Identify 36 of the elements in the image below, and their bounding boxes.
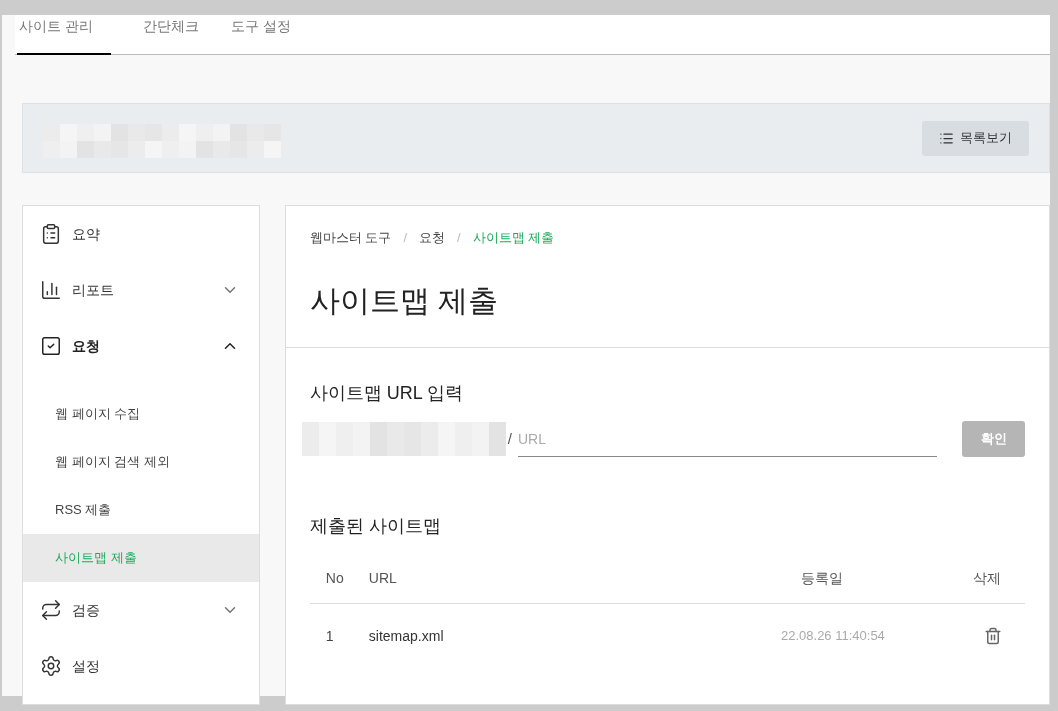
sidebar-subitem[interactable]: 웹 페이지 수집: [23, 390, 259, 438]
sidebar-item[interactable]: 설정: [23, 638, 259, 694]
column-header: 삭제: [972, 569, 1002, 588]
list-icon: [939, 130, 954, 146]
sidebar-item[interactable]: 검증: [23, 582, 259, 638]
sidebar-item[interactable]: 리포트: [23, 262, 259, 318]
bar-chart-icon: [40, 279, 62, 301]
url-field[interactable]: URL: [518, 421, 937, 457]
list-button[interactable]: 목록보기: [922, 120, 1029, 156]
column-header: No: [324, 569, 345, 588]
repeat-icon: [40, 599, 62, 621]
breadcrumb-separator: /: [457, 229, 461, 247]
page-title: 사이트맵 제출: [309, 282, 500, 319]
sidebar-subitem[interactable]: RSS 제출: [23, 486, 259, 534]
url-prefix: /: [507, 428, 512, 449]
table-cell-text: 22.08.26 11:40:54: [781, 627, 886, 646]
sidebar-item[interactable]: 요약: [23, 206, 259, 262]
table-cell-text: 1: [324, 626, 335, 646]
column-header: 등록일: [801, 569, 844, 588]
clipboard-icon: [40, 223, 62, 245]
breadcrumb-current: 사이트맵 제출: [472, 229, 555, 247]
breadcrumb-link[interactable]: 웹마스터 도구: [309, 228, 392, 248]
settings-icon: [40, 655, 62, 677]
table-cell-text: sitemap.xml: [368, 626, 445, 646]
breadcrumb-separator: /: [403, 229, 408, 247]
trash-icon: [984, 627, 1002, 645]
sidebar-subitem[interactable]: 웹 페이지 검색 제외: [23, 438, 259, 486]
tab[interactable]: 사이트 관리: [17, 15, 111, 55]
breadcrumb-link[interactable]: 요청: [419, 228, 446, 248]
tab[interactable]: 간단체크: [142, 15, 199, 55]
section-heading: 제출된 사이트맵: [309, 515, 442, 538]
sidebar-item[interactable]: 요청: [23, 318, 259, 374]
tab[interactable]: 도구 설정: [230, 15, 291, 55]
checkbox-icon: [40, 335, 62, 357]
section-heading: 사이트맵 URL 입력: [309, 382, 465, 405]
column-header: URL: [368, 569, 398, 588]
